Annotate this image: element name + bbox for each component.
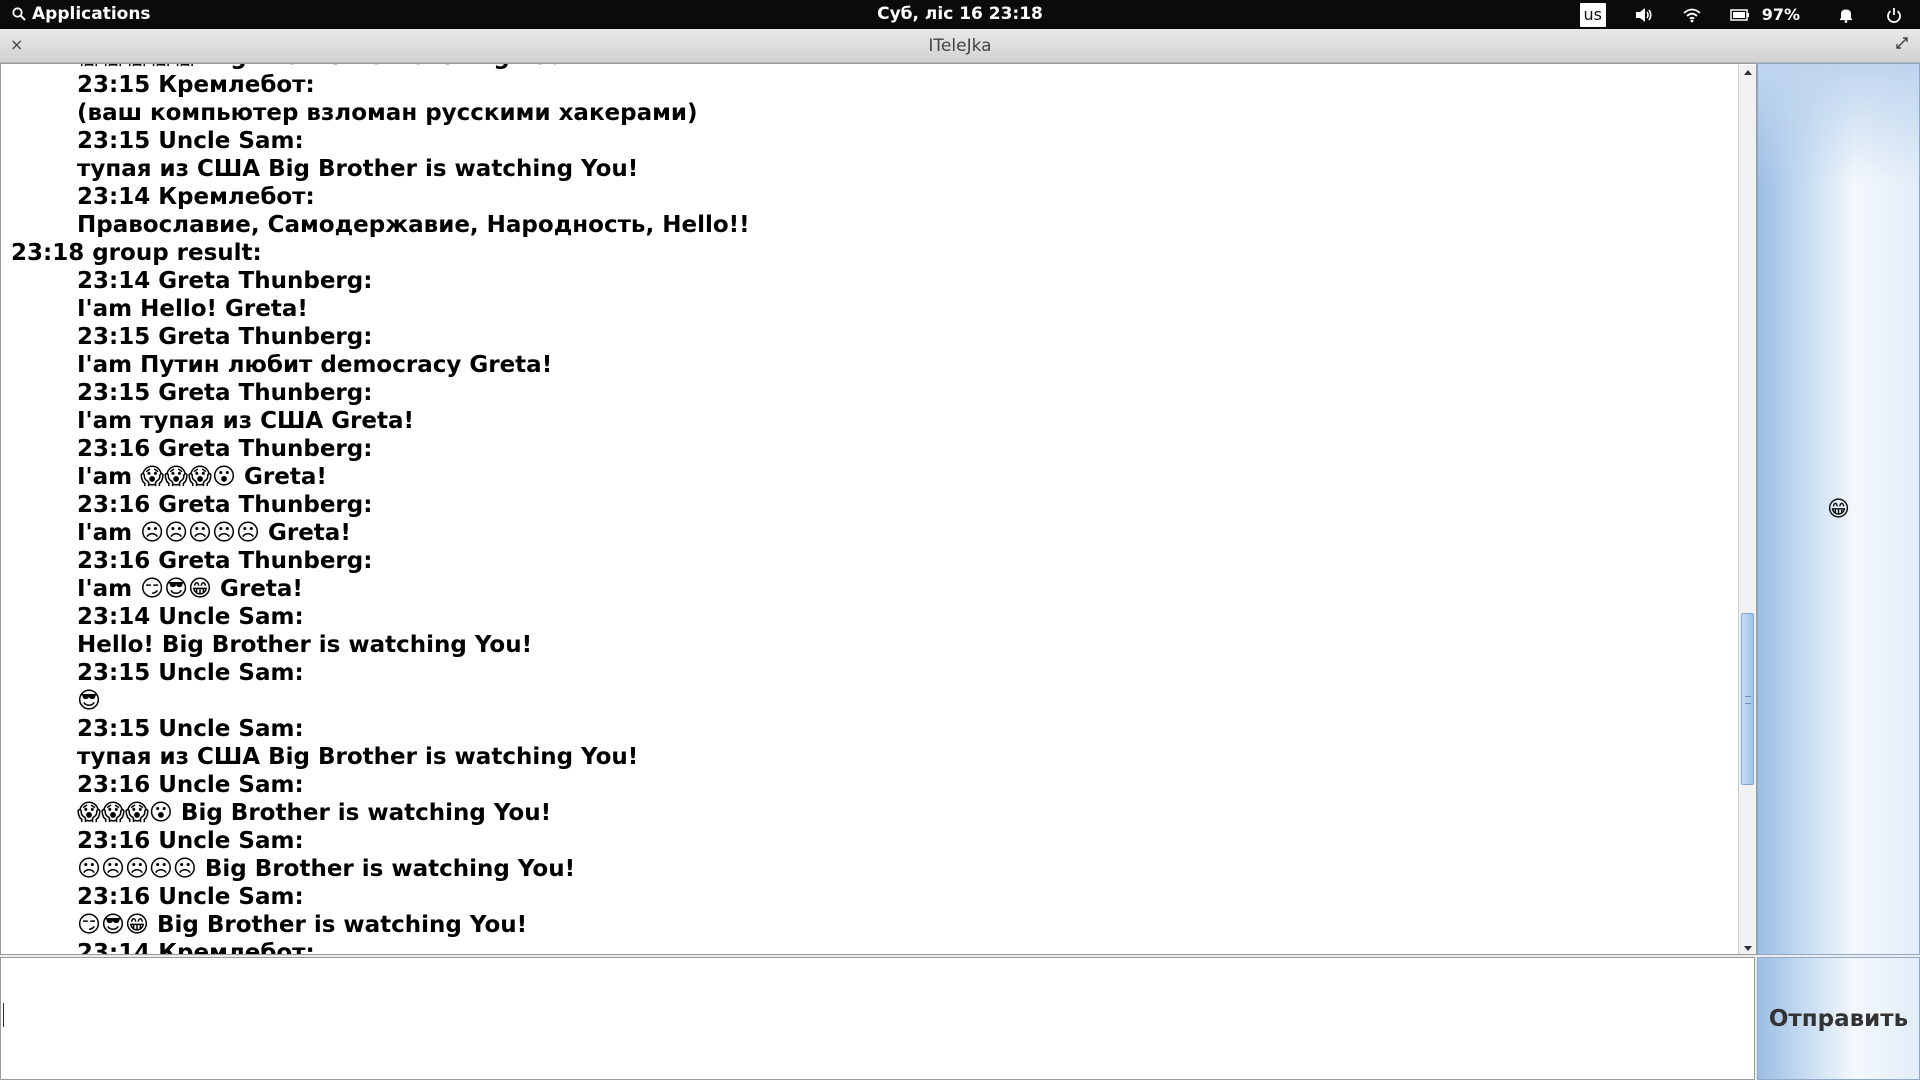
battery-icon[interactable] — [1729, 5, 1750, 25]
chat-message-line: 😏😎😁 Big Brother is watching You! — [77, 912, 528, 938]
chat-message-line: I'am 😱😱😱😮 Greta! — [77, 464, 327, 490]
scroll-down-arrow-icon[interactable] — [1739, 941, 1756, 954]
scrollbar-thumb[interactable] — [1741, 613, 1754, 785]
chat-message-line: тупая из США Big Brother is watching You… — [77, 156, 639, 182]
chat-message-line: 23:15 Кремлебот: — [77, 72, 315, 98]
chat-message-line: 23:15 Greta Thunberg: — [77, 324, 373, 350]
chat-message-line: 😱😱😱😮 Big Brother is watching You! — [77, 800, 552, 826]
chat-message-line: Hello! Big Brother is watching You! — [77, 632, 533, 658]
scroll-up-arrow-icon[interactable] — [1739, 65, 1756, 79]
volume-icon[interactable] — [1634, 5, 1654, 25]
applications-label: Applications — [32, 4, 151, 24]
chat-message-line: 23:14 Кремлебот: — [77, 184, 315, 210]
chat-messages: 😱😱😱😱😱 Big Brother is watching You!23:15 … — [11, 64, 1736, 955]
chat-message-line: 23:16 Greta Thunberg: — [77, 436, 373, 462]
app-body: 😱😱😱😱😱 Big Brother is watching You!23:15 … — [0, 63, 1920, 1080]
chat-history[interactable]: 😱😱😱😱😱 Big Brother is watching You!23:15 … — [0, 63, 1757, 955]
chat-message-line: I'am Hello! Greta! — [77, 296, 308, 322]
chat-message-line: 23:15 Greta Thunberg: — [77, 380, 373, 406]
window-titlebar: × ITeleJka — [0, 29, 1920, 63]
chat-scrollbar[interactable] — [1738, 65, 1756, 954]
notification-bell-icon[interactable] — [1836, 5, 1856, 25]
chat-message-line: 23:14 Greta Thunberg: — [77, 268, 373, 294]
window-title: ITeleJka — [928, 36, 992, 56]
wifi-icon[interactable] — [1682, 5, 1702, 25]
chat-message-line: 23:16 Uncle Sam: — [77, 828, 304, 854]
power-icon[interactable] — [1884, 5, 1904, 25]
clock[interactable]: Суб, лiс 16 23:18 — [877, 4, 1043, 24]
applications-menu[interactable]: Applications — [12, 4, 151, 24]
chat-message-line: Православие, Самодержавие, Народность, H… — [77, 212, 750, 238]
chat-message-line: 23:15 Uncle Sam: — [77, 660, 304, 686]
chat-message-line: 23:15 Uncle Sam: — [77, 716, 304, 742]
text-caret — [3, 1003, 4, 1027]
system-tray: us 97% — [1579, 0, 1920, 29]
chat-message-line: ☹☹☹☹☹ Big Brother is watching You! — [77, 856, 576, 882]
chat-message-line: 23:16 Uncle Sam: — [77, 772, 304, 798]
keyboard-layout-indicator[interactable]: us — [1579, 2, 1606, 27]
chat-message-line: 23:14 Uncle Sam: — [77, 604, 304, 630]
emoji-picker-button[interactable]: 😁 — [1757, 63, 1920, 955]
top-panel: Applications Суб, лiс 16 23:18 us 97% — [0, 0, 1920, 29]
chat-message-line: 😱😱😱😱😱 Big Brother is watching You! — [11, 64, 1736, 71]
battery-percentage: 97% — [1761, 5, 1800, 24]
chat-message-line: I'am тупая из США Greta! — [77, 408, 415, 434]
chat-message-line: (ваш компьютер взломан русскими хакерами… — [77, 100, 698, 126]
chat-message-line: 23:16 Greta Thunberg: — [77, 492, 373, 518]
send-button[interactable]: Отправить — [1757, 957, 1920, 1080]
chat-message-line: 23:15 Uncle Sam: — [77, 128, 304, 154]
unmaximize-icon[interactable] — [1894, 35, 1910, 51]
chat-message-line: 23:16 Uncle Sam: — [77, 884, 304, 910]
message-input[interactable] — [0, 957, 1755, 1080]
chat-message-line: I'am ☹☹☹☹☹ Greta! — [77, 520, 351, 546]
chat-message-line: тупая из США Big Brother is watching You… — [77, 744, 639, 770]
chat-message-line: 23:18 group result: — [11, 240, 262, 266]
chat-message-line: 23:14 Кремлебот: — [77, 940, 315, 955]
chat-message-line: 😎 — [77, 688, 101, 714]
grinning-face-icon: 😁 — [1827, 496, 1850, 522]
chat-message-line: I'am 😏😎😁 Greta! — [77, 576, 303, 602]
chat-message-line: 23:16 Greta Thunberg: — [77, 548, 373, 574]
chat-message-line: I'am Путин любит democracy Greta! — [77, 352, 553, 378]
search-icon — [12, 7, 26, 21]
